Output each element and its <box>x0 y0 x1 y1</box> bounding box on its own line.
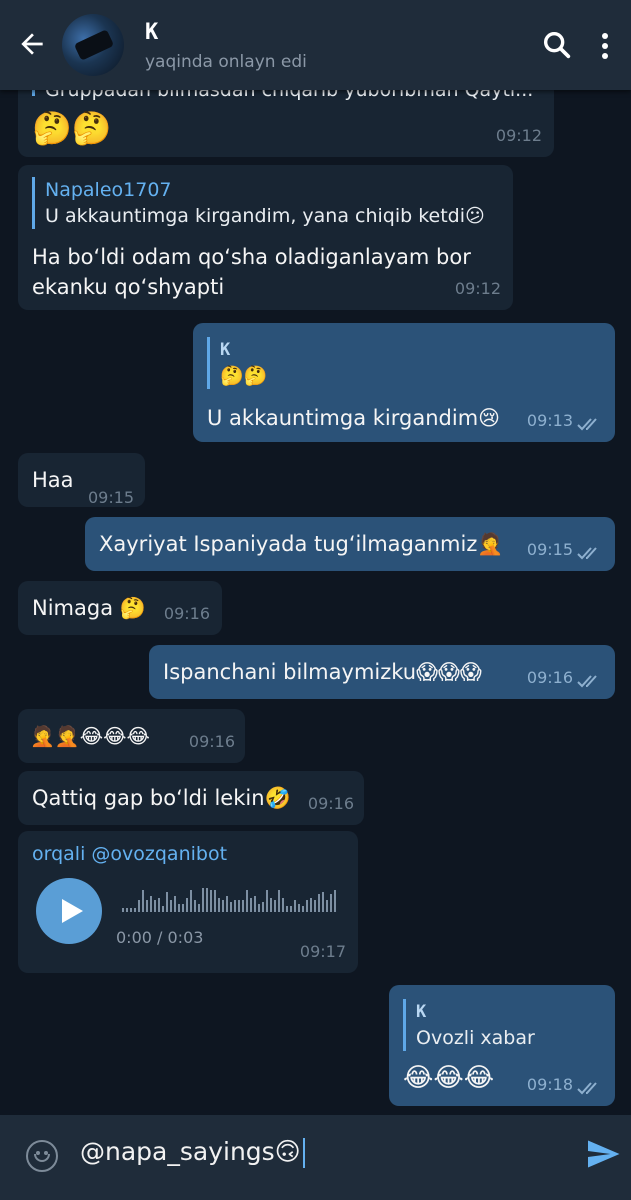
message-time: 09:16 <box>307 794 354 813</box>
message-text: 🤔🤔 <box>32 109 112 147</box>
more-button[interactable] <box>590 28 620 64</box>
message-time: 09:16 <box>163 604 210 623</box>
quoted-text: U akkauntimga kirgandim, yana chiqib ket… <box>45 205 485 227</box>
play-button[interactable] <box>36 878 102 944</box>
search-button[interactable] <box>540 28 576 64</box>
chat-header: K yaqinda onlayn edi <box>0 0 631 90</box>
chat-status: yaqinda onlayn edi <box>145 52 307 72</box>
message-time: 09:17 <box>299 942 346 961</box>
message-text: U akkauntimga kirgandim😢 <box>207 406 501 430</box>
quoted-text: Ovozli xabar <box>416 1027 535 1049</box>
message-time: 09:18 <box>526 1075 573 1094</box>
message-time: 09:12 <box>495 126 542 145</box>
double-check-icon <box>577 675 597 688</box>
back-button[interactable] <box>16 28 52 64</box>
message-bubble-incoming[interactable]: Nimaga 🤔 09:16 <box>18 581 222 635</box>
search-icon <box>543 31 571 59</box>
message-bubble-outgoing[interactable]: Ispanchani bilmaymizku😱😱😱 09:16 <box>149 645 615 699</box>
message-bubble-incoming[interactable]: Haa 09:15 <box>18 453 145 507</box>
message-time: 09:12 <box>454 279 501 298</box>
message-bubble-incoming[interactable]: 🤦🤦😂😂😂 09:16 <box>18 709 245 763</box>
message-text: Haa <box>32 468 74 492</box>
message-bubble-incoming[interactable]: Napaleo1707 U akkauntimga kirgandim, yan… <box>18 165 513 310</box>
text-caret <box>302 1138 305 1168</box>
double-check-icon <box>577 1082 597 1095</box>
quoted-message[interactable]: K Ovozli xabar <box>403 999 535 1051</box>
message-text: Qattiq gap bo‘ldi lekin🤣 <box>32 786 291 810</box>
send-button[interactable] <box>585 1136 621 1172</box>
play-icon <box>62 899 83 923</box>
message-text: Nimaga 🤔 <box>32 596 146 620</box>
send-icon <box>588 1140 620 1168</box>
quoted-message[interactable]: K 🤔🤔 <box>207 337 267 389</box>
message-text: ekanku qo‘shyapti <box>32 275 225 299</box>
message-time: 09:16 <box>188 732 235 751</box>
more-vertical-icon <box>602 33 608 59</box>
message-text: Ha bo‘ldi odam qo‘sha oladiganlayam bor <box>32 245 471 269</box>
message-time: 09:15 <box>88 488 135 507</box>
message-text: Xayriyat Ispaniyada tug‘ilmaganmiz🤦 <box>99 532 504 556</box>
message-time: 09:16 <box>526 668 573 687</box>
message-time: 09:15 <box>526 540 573 559</box>
message-time: 09:13 <box>526 411 573 430</box>
quoted-author: Napaleo1707 <box>45 179 172 201</box>
message-text: Ispanchani bilmaymizku😱😱😱 <box>163 660 482 684</box>
avatar[interactable] <box>62 14 124 76</box>
message-bubble-incoming[interactable]: Qattiq gap bo‘ldi lekin🤣 09:16 <box>18 771 364 825</box>
via-bot-label[interactable]: orqali @ovozqanibot <box>32 839 227 869</box>
quoted-text: 🤔🤔 <box>220 365 268 387</box>
message-input-value: @napa_sayings🙃 <box>80 1137 301 1166</box>
waveform-bars <box>122 888 336 912</box>
voice-waveform[interactable] <box>120 886 340 912</box>
quoted-author: K <box>220 340 231 360</box>
quoted-message[interactable]: Napaleo1707 U akkauntimga kirgandim, yan… <box>32 177 485 229</box>
chat-title[interactable]: K <box>145 20 158 45</box>
arrow-left-icon <box>21 33 43 55</box>
message-bubble-outgoing[interactable]: K Ovozli xabar 😂😂😂 09:18 <box>389 985 615 1106</box>
message-text: 😂😂😂 <box>403 1063 495 1093</box>
message-input[interactable]: @napa_sayings🙃 <box>80 1137 305 1168</box>
double-check-icon <box>577 418 597 431</box>
message-text: 🤦🤦😂😂😂 <box>30 724 150 748</box>
voice-duration: 0:00 / 0:03 <box>116 928 204 947</box>
message-bubble-outgoing[interactable]: Xayriyat Ispaniyada tug‘ilmaganmiz🤦 09:1… <box>85 517 615 571</box>
quoted-author: K <box>416 1002 427 1022</box>
message-bubble-outgoing[interactable]: K 🤔🤔 U akkauntimga kirgandim😢 09:13 <box>193 323 615 442</box>
double-check-icon <box>577 547 597 560</box>
